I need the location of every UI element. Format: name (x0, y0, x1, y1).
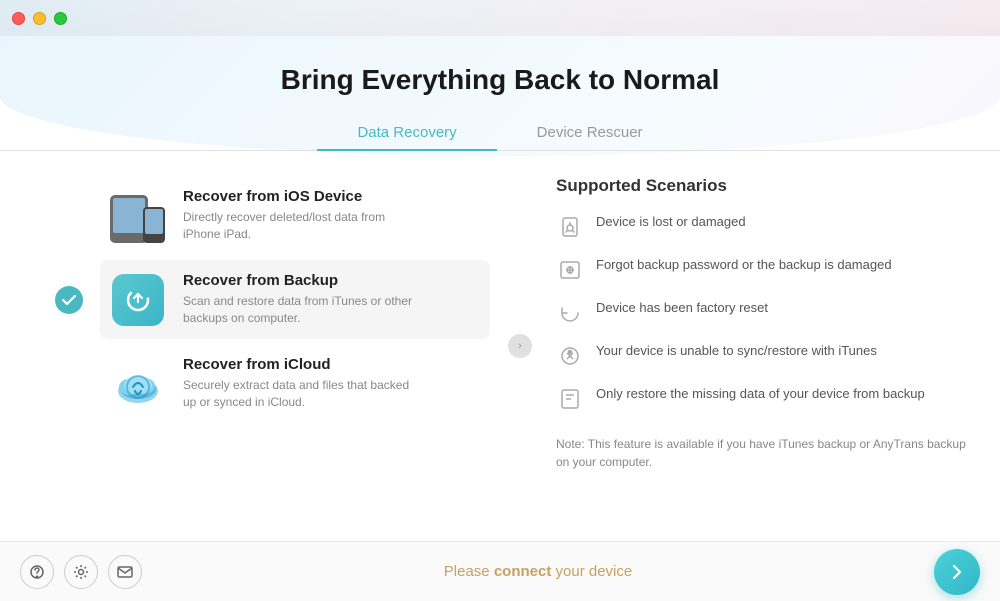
scenario-backup-damaged: Forgot backup password or the backup is … (556, 255, 970, 284)
main-content: Bring Everything Back to Normal Data Rec… (0, 36, 1000, 541)
connect-text: connect (494, 563, 552, 580)
backup-item-text: Recover from Backup Scan and restore dat… (183, 272, 423, 327)
header-section: Bring Everything Back to Normal Data Rec… (0, 36, 1000, 151)
connect-prompt: Please connect your device (444, 563, 632, 580)
footer-left-icons (20, 555, 142, 589)
footer: Please connect your device (0, 541, 1000, 601)
left-panel: Recover from iOS Device Directly recover… (0, 166, 520, 526)
content-area: Recover from iOS Device Directly recover… (0, 151, 1000, 541)
main-title: Bring Everything Back to Normal (0, 64, 1000, 96)
tab-data-recovery[interactable]: Data Recovery (317, 116, 496, 151)
ios-device-icon (110, 188, 165, 243)
scenario-factory-reset: Device has been factory reset (556, 298, 970, 327)
scenario-restore-missing: Only restore the missing data of your de… (556, 384, 970, 413)
backup-icon (110, 272, 165, 327)
note-text: Note: This feature is available if you h… (556, 427, 970, 471)
recover-icloud-item[interactable]: Recover from iCloud Securely extract dat… (100, 344, 490, 423)
icloud-icon (110, 356, 165, 411)
sync-itunes-icon (556, 342, 584, 370)
ios-item-desc: Directly recover deleted/lost data from … (183, 209, 423, 243)
selected-checkmark (55, 286, 83, 314)
icloud-item-text: Recover from iCloud Securely extract dat… (183, 356, 423, 411)
factory-reset-icon (556, 299, 584, 327)
ios-item-text: Recover from iOS Device Directly recover… (183, 188, 423, 243)
backup-damaged-icon (556, 256, 584, 284)
restore-missing-icon (556, 385, 584, 413)
recover-ios-item[interactable]: Recover from iOS Device Directly recover… (100, 176, 490, 255)
title-bar (0, 0, 1000, 36)
backup-item-title: Recover from Backup (183, 272, 423, 289)
ios-item-title: Recover from iOS Device (183, 188, 423, 205)
scenario-sync-text: Your device is unable to sync/restore wi… (596, 341, 877, 361)
backup-item-desc: Scan and restore data from iTunes or oth… (183, 293, 423, 327)
settings-button[interactable] (64, 555, 98, 589)
close-button[interactable] (12, 12, 25, 25)
icloud-item-title: Recover from iCloud (183, 356, 423, 373)
scenario-restore-text: Only restore the missing data of your de… (596, 384, 925, 404)
scenario-lost-text: Device is lost or damaged (596, 212, 746, 232)
email-button[interactable] (108, 555, 142, 589)
icloud-item-desc: Securely extract data and files that bac… (183, 377, 423, 411)
help-button[interactable] (20, 555, 54, 589)
scenario-backup-text: Forgot backup password or the backup is … (596, 255, 892, 275)
scenario-factory-text: Device has been factory reset (596, 298, 768, 318)
lost-device-icon (556, 213, 584, 241)
scenarios-title: Supported Scenarios (556, 176, 970, 196)
tab-device-rescuer[interactable]: Device Rescuer (497, 116, 683, 151)
recover-backup-item[interactable]: Recover from Backup Scan and restore dat… (100, 260, 490, 339)
maximize-button[interactable] (54, 12, 67, 25)
minimize-button[interactable] (33, 12, 46, 25)
right-panel: Supported Scenarios Device is lost or da… (521, 166, 1000, 526)
next-button[interactable] (934, 549, 980, 595)
scenario-lost: Device is lost or damaged (556, 212, 970, 241)
tabs-container: Data Recovery Device Rescuer (0, 116, 1000, 151)
scenario-sync: Your device is unable to sync/restore wi… (556, 341, 970, 370)
